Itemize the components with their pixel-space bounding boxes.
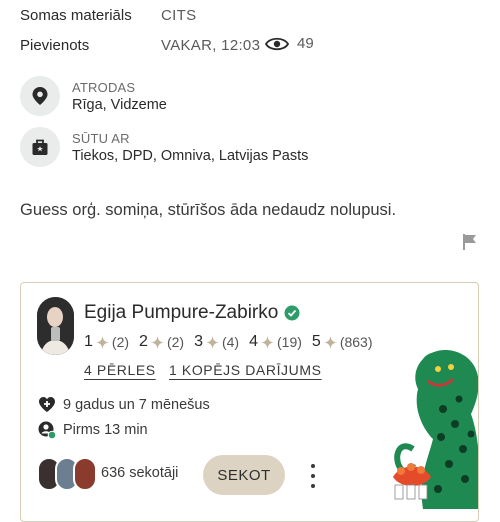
sparkle-icon xyxy=(205,335,219,349)
shipping-value: Tiekos, DPD, Omniva, Latvijas Pasts xyxy=(72,148,309,164)
seller-name-row: Egija Pumpure-Zabirko xyxy=(84,302,300,324)
seller-ratings: 1 (2) 2 (2) 3 (4) 4 (19) 5 (863) xyxy=(84,333,373,351)
item-description: Guess orģ. somiņa, stūrīšos āda nedaudz … xyxy=(20,201,397,219)
location-pin-icon xyxy=(20,76,60,116)
seller-name[interactable]: Egija Pumpure-Zabirko xyxy=(84,302,278,324)
last-seen-row: Pirms 13 min xyxy=(38,421,148,439)
sparkle-icon xyxy=(261,335,274,349)
heart-plus-icon xyxy=(39,397,55,412)
follower-avatars[interactable] xyxy=(37,457,97,491)
shared-deals-link[interactable]: 1 KOPĒJS DARĪJUMS xyxy=(169,362,322,378)
rating-2: 2 (2) xyxy=(139,333,185,350)
user-clock-icon xyxy=(38,421,56,439)
sparkle-icon xyxy=(323,335,337,349)
location-value: Rīga, Vidzeme xyxy=(72,97,167,113)
leopard-illustration xyxy=(393,349,478,509)
pearls-link[interactable]: 4 PĒRLES xyxy=(84,362,156,378)
follow-button[interactable]: SEKOT xyxy=(203,455,285,495)
last-seen-text: Pirms 13 min xyxy=(63,422,148,438)
rating-4: 4 (19) xyxy=(249,333,302,350)
rating-3: 3 (4) xyxy=(194,333,240,350)
sparkle-icon xyxy=(95,335,109,349)
followers-count[interactable]: 636 sekotāji xyxy=(101,465,178,481)
bag-material-label: Somas materiāls xyxy=(20,7,132,24)
sparkle-icon xyxy=(150,335,164,349)
verified-badge-icon xyxy=(284,305,300,321)
rating-1: 1 (2) xyxy=(84,333,130,350)
seller-card: Egija Pumpure-Zabirko 1 (2) 2 (2) 3 (4) … xyxy=(20,282,479,522)
member-since-text: 9 gadus un 7 mēnešus xyxy=(63,396,210,413)
seller-avatar[interactable] xyxy=(37,297,74,355)
report-flag-icon[interactable] xyxy=(461,233,479,256)
eye-icon xyxy=(265,37,289,50)
member-since-row: 9 gadus un 7 mēnešus xyxy=(38,396,210,413)
more-options-icon[interactable] xyxy=(308,464,318,488)
added-label: Pievienots xyxy=(20,37,90,54)
shipping-caption: SŪTU AR xyxy=(72,131,130,146)
rating-5: 5 (863) xyxy=(311,333,373,350)
added-value: VAKAR, 12:03 xyxy=(161,37,261,54)
follower-avatar xyxy=(73,457,97,491)
views-count: 49 xyxy=(297,35,314,52)
location-caption: ATRODAS xyxy=(72,80,136,95)
bag-material-value: CITS xyxy=(161,7,197,24)
views-counter: 49 xyxy=(265,35,314,52)
shipping-box-icon xyxy=(20,127,60,167)
